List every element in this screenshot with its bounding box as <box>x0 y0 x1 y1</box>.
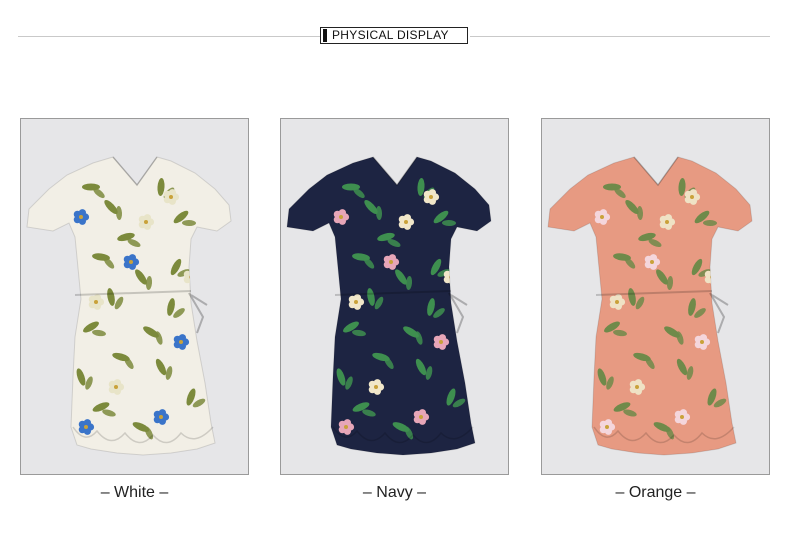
section-title-text: PHYSICAL DISPLAY <box>332 28 449 42</box>
product-image-navy[interactable] <box>280 118 509 475</box>
product-image-white[interactable] <box>20 118 249 475</box>
dress-body <box>286 156 492 456</box>
header-rule-right <box>470 36 770 37</box>
product-image-orange[interactable] <box>541 118 770 475</box>
navy-dress-image <box>286 156 492 456</box>
orange-dress-image <box>547 156 753 456</box>
white-dress-image <box>26 156 232 456</box>
header-rule-left <box>18 36 320 37</box>
color-label-orange: – Orange – <box>615 484 696 501</box>
dress-body <box>547 156 753 456</box>
color-label-navy: – Navy – <box>362 484 427 501</box>
color-label-white: – White – <box>100 484 169 501</box>
title-marker <box>323 29 327 42</box>
section-title: PHYSICAL DISPLAY <box>320 27 468 44</box>
dress-body <box>26 156 232 456</box>
